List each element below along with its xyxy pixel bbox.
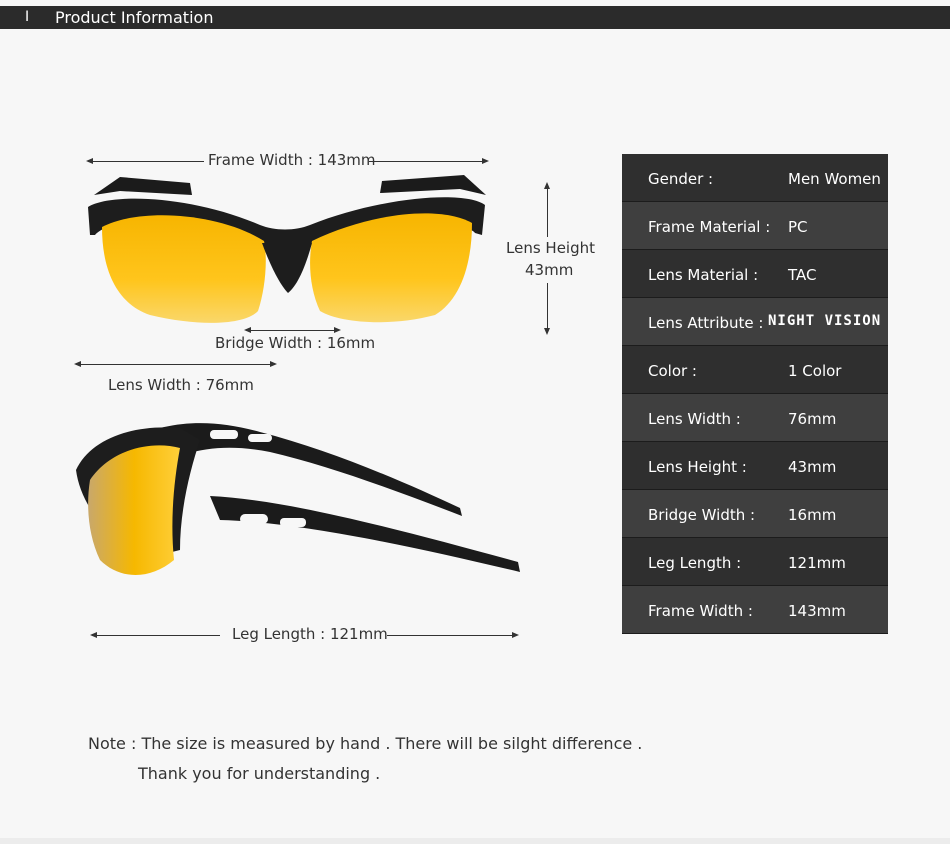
spec-row-lens-height: Lens Height : 43mm	[622, 442, 888, 490]
bottom-bar	[0, 838, 950, 844]
frame-width-line-right	[369, 161, 485, 162]
lens-height-arrow-down	[544, 328, 550, 335]
frame-width-arrow-left	[86, 158, 93, 164]
spec-value: 143mm	[788, 602, 846, 620]
note-line-2: Thank you for understanding .	[138, 764, 381, 783]
spec-row-frame-width: Frame Width : 143mm	[622, 586, 888, 634]
lens-height-label-2: 43mm	[525, 261, 574, 279]
spec-value: Men Women	[788, 170, 881, 188]
spec-key: Lens Width :	[648, 410, 741, 428]
bridge-width-arrow-left	[244, 327, 251, 333]
spec-value: 121mm	[788, 554, 846, 572]
frame-width-label: Frame Width : 143mm	[208, 151, 376, 169]
spec-key: Leg Length :	[648, 554, 742, 572]
spec-key: Lens Attribute :	[648, 314, 764, 332]
spec-table: Gender : Men Women Frame Material : PC L…	[622, 154, 888, 634]
spec-value: 16mm	[788, 506, 837, 524]
spec-key: Bridge Width :	[648, 506, 756, 524]
bridge-width-arrow-right	[334, 327, 341, 333]
leg-length-label: Leg Length : 121mm	[232, 625, 388, 643]
spec-value: 1 Color	[788, 362, 842, 380]
spec-row-lens-material: Lens Material : TAC	[622, 250, 888, 298]
spec-value: NIGHT VISION	[768, 313, 882, 329]
header-marker: I	[25, 9, 30, 25]
lens-width-label: Lens Width : 76mm	[108, 376, 254, 394]
note-line-1: Note : The size is measured by hand . Th…	[88, 734, 643, 753]
glasses-front-image	[88, 175, 486, 323]
spec-key: Lens Height :	[648, 458, 747, 476]
leg-length-arrow-right	[512, 632, 519, 638]
lens-height-arrow-up	[544, 182, 550, 189]
spec-row-lens-attribute: Lens Attribute : NIGHT VISION	[622, 298, 888, 346]
leg-length-arrow-left	[90, 632, 97, 638]
spec-row-bridge-width: Bridge Width : 16mm	[622, 490, 888, 538]
lens-height-line-top	[547, 184, 548, 237]
lens-height-label-1: Lens Height	[506, 239, 595, 257]
spec-value: 76mm	[788, 410, 837, 428]
spec-key: Lens Material :	[648, 266, 759, 284]
spec-key: Frame Width :	[648, 602, 753, 620]
spec-row-frame-material: Frame Material : PC	[622, 202, 888, 250]
spec-value: TAC	[788, 266, 817, 284]
frame-width-arrow-right	[482, 158, 489, 164]
spec-row-gender: Gender : Men Women	[622, 154, 888, 202]
frame-width-line-left	[88, 161, 204, 162]
spec-value: PC	[788, 218, 808, 236]
spec-value: 43mm	[788, 458, 837, 476]
spec-row-color: Color : 1 Color	[622, 346, 888, 394]
lens-width-arrow-right	[270, 361, 277, 367]
lens-width-line	[76, 364, 274, 365]
spec-key: Frame Material :	[648, 218, 771, 236]
header-bar: I Product Information	[0, 6, 950, 29]
glasses-side-image	[76, 423, 520, 575]
leg-length-line-right	[387, 635, 515, 636]
spec-key: Color :	[648, 362, 697, 380]
lens-width-arrow-left	[74, 361, 81, 367]
leg-length-line-left	[92, 635, 220, 636]
spec-key: Gender :	[648, 170, 714, 188]
spec-row-lens-width: Lens Width : 76mm	[622, 394, 888, 442]
spec-row-leg-length: Leg Length : 121mm	[622, 538, 888, 586]
lens-height-line-bottom	[547, 283, 548, 331]
bridge-width-label: Bridge Width : 16mm	[215, 334, 376, 352]
bridge-width-line	[246, 330, 338, 331]
header-title: Product Information	[55, 8, 214, 27]
